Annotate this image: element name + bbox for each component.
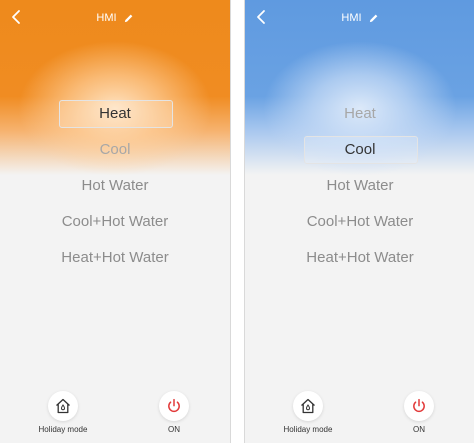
power-label: ON	[168, 425, 180, 434]
power-button[interactable]: ON	[379, 391, 459, 435]
holiday-mode-button[interactable]: Holiday mode	[268, 391, 348, 435]
mode-option-heat[interactable]: Heat	[245, 96, 474, 132]
pencil-icon[interactable]	[368, 13, 379, 24]
holiday-mode-button[interactable]: Holiday mode	[23, 391, 103, 435]
mode-option-heat-hot-water[interactable]: Heat+Hot Water	[245, 240, 474, 276]
pencil-icon[interactable]	[123, 13, 134, 24]
mode-list: Heat Cool Hot Water Cool+Hot Water Heat+…	[245, 96, 474, 276]
holiday-icon-circle	[293, 391, 323, 421]
mode-option-hot-water[interactable]: Hot Water	[245, 168, 474, 204]
mode-option-cool-hot-water[interactable]: Cool+Hot Water	[0, 204, 230, 240]
power-icon-circle	[404, 391, 434, 421]
top-bar: HMI	[245, 0, 474, 34]
power-label: ON	[413, 425, 425, 434]
power-button[interactable]: ON	[134, 391, 214, 435]
heat-screen: HMI Heat Cool Hot Water Cool+Hot Water H…	[0, 0, 231, 443]
mode-list: Heat Cool Hot Water Cool+Hot Water Heat+…	[0, 96, 230, 276]
mode-option-cool[interactable]: Cool	[0, 132, 230, 168]
power-icon	[413, 398, 425, 413]
mode-option-hot-water[interactable]: Hot Water	[0, 168, 230, 204]
mode-option-cool-hot-water[interactable]: Cool+Hot Water	[245, 204, 474, 240]
holiday-mode-label: Holiday mode	[38, 425, 88, 434]
bottom-bar: Holiday mode ON	[0, 391, 230, 437]
mode-option-heat[interactable]: Heat	[0, 96, 230, 132]
house-icon	[56, 398, 70, 414]
cool-screen: HMI Heat Cool Hot Water Cool+Hot Water H…	[244, 0, 474, 443]
top-bar: HMI	[0, 0, 230, 34]
house-icon	[301, 398, 315, 414]
title-area: HMI	[0, 11, 230, 25]
mode-option-heat-hot-water[interactable]: Heat+Hot Water	[0, 240, 230, 276]
page-title: HMI	[96, 12, 117, 25]
power-icon-circle	[159, 391, 189, 421]
bottom-bar: Holiday mode ON	[245, 391, 474, 437]
holiday-mode-label: Holiday mode	[283, 425, 333, 434]
page-title: HMI	[341, 12, 362, 25]
power-icon	[168, 398, 180, 413]
title-area: HMI	[245, 11, 474, 25]
holiday-icon-circle	[48, 391, 78, 421]
mode-option-cool[interactable]: Cool	[245, 132, 474, 168]
